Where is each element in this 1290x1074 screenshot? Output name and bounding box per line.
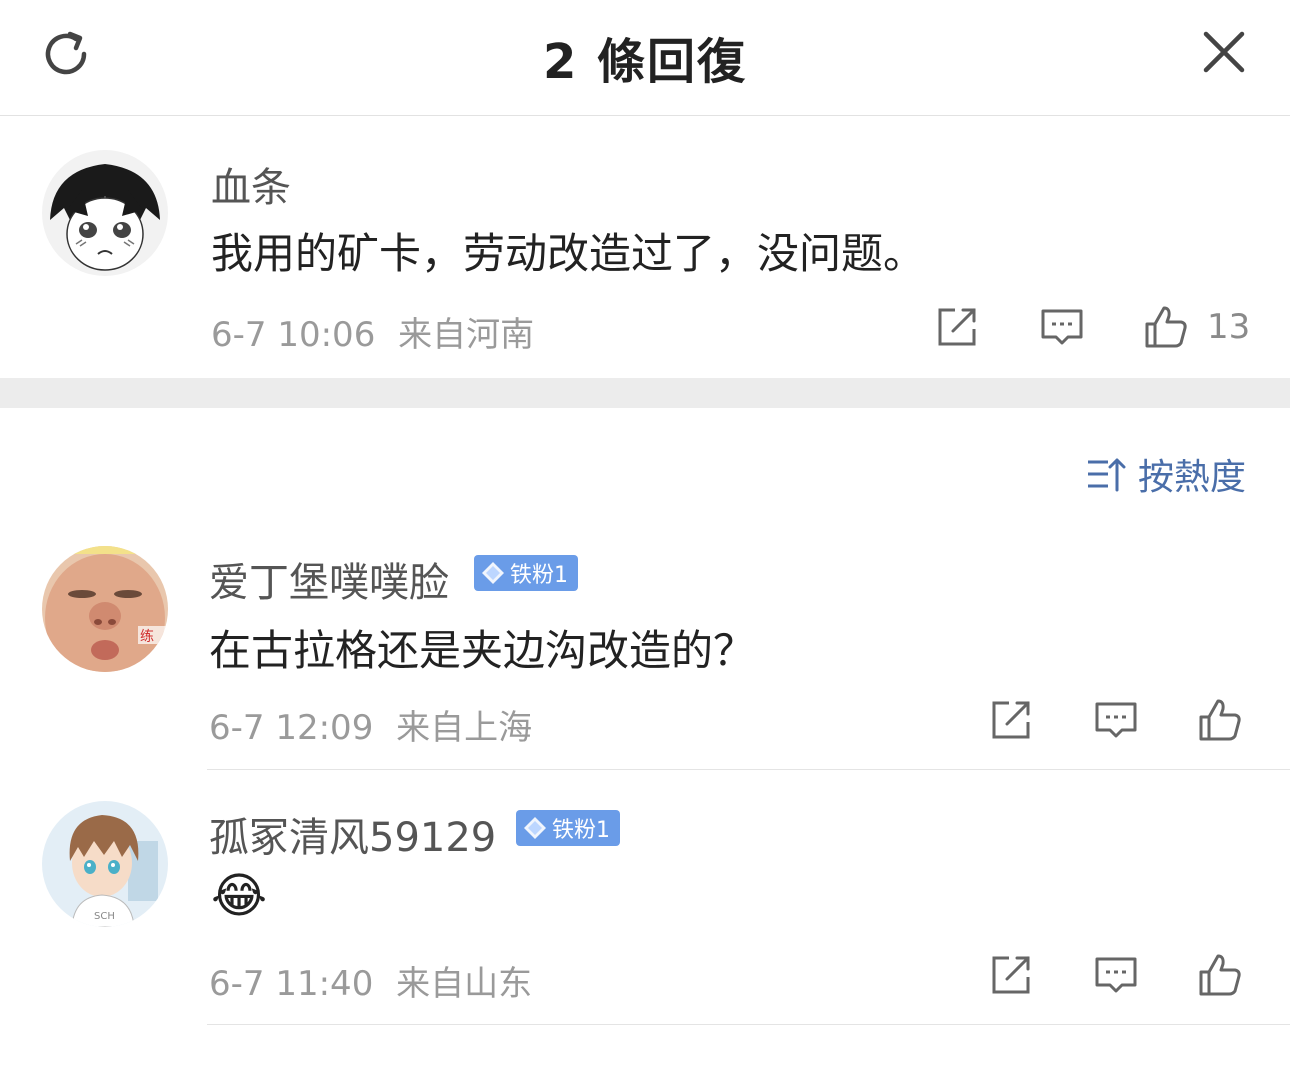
root-comment: 血条 我用的矿卡，劳动改造过了，没问题。 6-7 10:06 来自河南 13 [0, 117, 1290, 378]
close-icon[interactable] [1200, 28, 1248, 76]
badge-label: 铁粉1 [510, 563, 568, 588]
fan-badge: 铁粉1 [516, 810, 620, 846]
header-bar: 2 條回復 [0, 0, 1290, 116]
reply-time: 6-7 12:09 [209, 708, 374, 748]
fan-badge: 铁粉1 [474, 555, 578, 591]
diamond-icon [524, 817, 546, 839]
sort-by-hot-button[interactable]: 按熱度 [1086, 452, 1246, 498]
reply-text: 在古拉格还是夹边沟改造的？ [209, 626, 756, 675]
anime-boy-avatar-image: SCH [42, 801, 168, 927]
reply-time: 6-7 11:40 [209, 964, 374, 1004]
sort-label: 按熱度 [1138, 457, 1247, 498]
share-icon[interactable] [987, 696, 1035, 744]
badge-label: 铁粉1 [552, 818, 610, 843]
share-icon[interactable] [987, 951, 1035, 999]
reply-text: 😂 [211, 868, 268, 924]
reply-page: 2 條回復 血条 我用的矿卡，劳动改造过了，没问题。 6-7 10:06 来自河… [0, 0, 1290, 1074]
section-separator [0, 378, 1290, 408]
username[interactable]: 孤冢清风59129 [209, 805, 496, 863]
comment-text: 我用的矿卡，劳动改造过了，没问题。 [211, 229, 926, 278]
reply-meta: 6-7 11:40 来自山东 [209, 956, 532, 1005]
svg-text:SCH: SCH [94, 911, 115, 922]
avatar[interactable] [42, 150, 168, 276]
reply-meta: 6-7 12:09 来自上海 [209, 700, 532, 749]
like-icon[interactable] [1196, 696, 1244, 744]
comment-icon[interactable] [1092, 951, 1140, 999]
comment-icon[interactable] [1092, 696, 1140, 744]
row-divider [207, 1024, 1290, 1025]
comment-location: 来自河南 [398, 315, 535, 355]
comment-icon[interactable] [1038, 303, 1086, 351]
svg-text:练: 练 [140, 629, 154, 645]
username[interactable]: 血条 [211, 155, 291, 213]
comment-meta: 6-7 10:06 来自河南 [211, 307, 534, 356]
face-avatar-image: 练 [42, 546, 168, 672]
share-icon[interactable] [933, 303, 981, 351]
diamond-icon [482, 562, 504, 584]
username[interactable]: 爱丁堡噗噗脸 [209, 550, 449, 608]
like-count: 13 [1207, 307, 1251, 347]
anime-avatar-image [42, 150, 168, 276]
like-icon[interactable] [1142, 303, 1190, 351]
page-title: 2 條回復 [542, 34, 748, 90]
comment-time: 6-7 10:06 [211, 315, 376, 355]
row-divider [207, 769, 1290, 770]
reply-location: 来自上海 [396, 708, 533, 748]
avatar[interactable]: SCH [42, 801, 168, 927]
avatar[interactable]: 练 [42, 546, 168, 672]
sort-icon [1088, 458, 1126, 492]
reply-location: 来自山东 [396, 964, 533, 1004]
like-icon[interactable] [1196, 951, 1244, 999]
